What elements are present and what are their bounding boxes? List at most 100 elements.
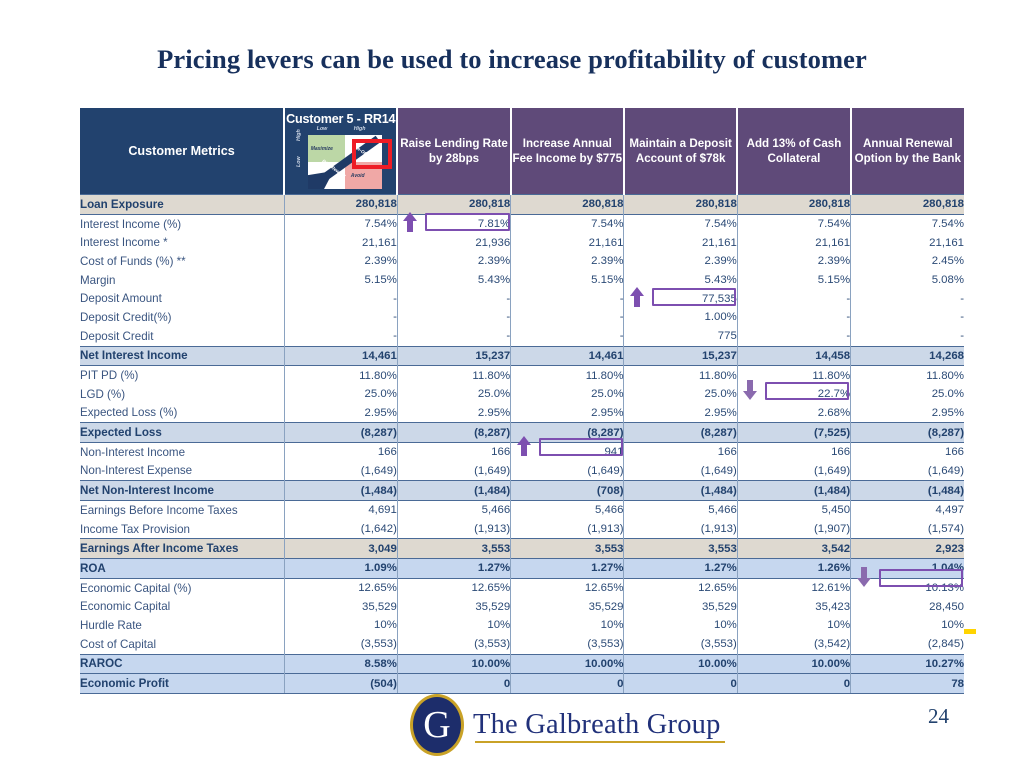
- table-header: Customer Metrics Customer 5 - RR14 Low H…: [80, 108, 964, 195]
- cell-value: 7.54%: [510, 213, 625, 234]
- row-label: Loan Exposure: [80, 194, 285, 215]
- cell-value: 12.65%: [284, 577, 398, 598]
- cell-value: 28,450: [850, 597, 964, 617]
- cell-value: (504): [284, 673, 398, 694]
- row-label: Cost of Funds (%) **: [80, 252, 285, 271]
- table-row: Expected Loss (%) 2.95% 2.95% 2.95% 2.95% 2.6…: [80, 403, 964, 423]
- cell-value: (1,642): [284, 519, 398, 539]
- cell-value: (1,484): [397, 480, 512, 501]
- cell-value: 3,553: [623, 538, 738, 559]
- cell-value: 21,936: [397, 233, 512, 253]
- cell-value: 22.7%: [737, 384, 852, 404]
- table-row: Deposit Amount - - -77,535- -: [80, 289, 964, 309]
- cell-value: (1,574): [850, 519, 964, 539]
- cell-value: 14,268: [850, 345, 964, 366]
- row-label: Expected Loss: [80, 422, 285, 443]
- cell-value: 14,461: [510, 345, 625, 366]
- cell-value: 1.26%: [737, 558, 852, 579]
- cell-value: 5,466: [397, 499, 512, 520]
- matrix-axis-low-left: Low: [295, 156, 302, 167]
- cell-value: (1,649): [737, 461, 852, 481]
- cell-value: 10%: [397, 616, 512, 635]
- cell-value: (1,484): [284, 480, 398, 501]
- cell-value: (8,287): [510, 422, 625, 443]
- row-label: Economic Capital: [80, 597, 285, 617]
- table-body: Loan Exposure 280,818 280,818 280,818 280,81…: [80, 194, 964, 694]
- matrix-grid: Maximize Avoid Trade-Off Risk/Reward: [307, 135, 392, 189]
- cell-value: 2,923: [850, 538, 964, 559]
- company-logo: G The Galbreath Group: [410, 694, 725, 756]
- cell-value: 2.39%: [737, 252, 852, 271]
- row-label: Earnings Before Income Taxes: [80, 499, 285, 520]
- cell-value: 25.0%: [510, 384, 625, 404]
- table-row: Earnings After Income Taxes 3,049 3,553 3,5…: [80, 538, 964, 559]
- table-row: Deposit Credit(%) - - -1.00% - -: [80, 308, 964, 327]
- header-lever-cash-collateral: Add 13% of Cash Collateral: [737, 108, 852, 195]
- cell-value: (1,649): [510, 461, 625, 481]
- cell-value: 35,423: [737, 597, 852, 617]
- page-title: Pricing levers can be used to increase p…: [157, 44, 867, 74]
- cell-value: -: [510, 326, 625, 346]
- row-label: Earnings After Income Taxes: [80, 538, 285, 559]
- cell-value: 2.39%: [510, 252, 625, 271]
- cell-value: 10%: [284, 616, 398, 635]
- row-label: Hurdle Rate: [80, 616, 285, 635]
- customer-label: Customer 5 - RR14: [286, 112, 396, 126]
- cell-value: (3,553): [397, 634, 512, 654]
- cell-value: 5.15%: [284, 270, 398, 290]
- pricing-levers-table: Customer Metrics Customer 5 - RR14 Low H…: [80, 108, 964, 694]
- cell-value: 280,818: [510, 194, 625, 215]
- cell-value: 2.95%: [397, 403, 512, 423]
- table-row: Non-Interest Income 166 166 941 166 166 166: [80, 441, 964, 462]
- cell-value: 2.39%: [284, 252, 398, 271]
- cell-value: 2.95%: [623, 403, 738, 423]
- cell-value: 3,553: [510, 538, 625, 559]
- cell-value: -: [737, 308, 852, 327]
- table-row: Cost of Capital (3,553) (3,553) (3,553) (3,5…: [80, 634, 964, 654]
- table-row: Interest Income * 21,161 21,936 21,161 21,16…: [80, 233, 964, 253]
- row-label: Deposit Credit: [80, 326, 285, 346]
- cell-value: 12.65%: [510, 577, 625, 598]
- cell-value: 0: [397, 673, 512, 694]
- logo-company-name: The Galbreath Group: [473, 709, 721, 740]
- cell-value: 2.68%: [737, 403, 852, 423]
- pricing-levers-table-wrapper: Customer Metrics Customer 5 - RR14 Low H…: [80, 108, 976, 694]
- row-label: RAROC: [80, 653, 285, 674]
- header-customer-metrics: Customer Metrics: [80, 108, 286, 195]
- cell-value: 1.27%: [623, 558, 738, 579]
- matrix-axis-high-left: High: [295, 129, 302, 141]
- cell-value: 10.13%: [850, 577, 964, 598]
- cell-value: 280,818: [623, 194, 738, 215]
- table-row: Income Tax Provision (1,642) (1,913) (1,913…: [80, 519, 964, 539]
- cell-value: (1,907): [737, 519, 852, 539]
- cell-value: 5,466: [510, 499, 625, 520]
- table-row: Economic Capital 35,529 35,529 35,529 35,529…: [80, 597, 964, 617]
- cell-value: 10%: [737, 616, 852, 635]
- cell-value: 166: [850, 441, 964, 462]
- table-row: Interest Income (%) 7.54% 7.81% 7.54% 7.54% 7…: [80, 213, 964, 234]
- cell-value: -: [850, 326, 964, 346]
- cell-value: (1,649): [397, 461, 512, 481]
- cell-value: (1,484): [737, 480, 852, 501]
- cell-value: 12.61%: [737, 577, 852, 598]
- cell-value: (1,649): [623, 461, 738, 481]
- page-number: 24: [928, 704, 949, 728]
- cell-value: 3,553: [397, 538, 512, 559]
- cell-value: 35,529: [397, 597, 512, 617]
- cell-value: 10.27%: [850, 653, 964, 674]
- row-label: Income Tax Provision: [80, 519, 285, 539]
- cell-value: 11.80%: [737, 365, 852, 385]
- cell-value: (8,287): [397, 422, 512, 443]
- cell-value: 21,161: [623, 233, 738, 253]
- table-row: Cost of Funds (%) ** 2.39% 2.39% 2.39% 2.39%…: [80, 252, 964, 271]
- cell-value: 2.45%: [850, 252, 964, 271]
- cell-value: 25.0%: [284, 384, 398, 404]
- cell-value: 2.39%: [397, 252, 512, 271]
- cell-value: 4,691: [284, 499, 398, 520]
- cell-value: (1,649): [850, 461, 964, 481]
- cell-value: -: [284, 308, 398, 327]
- row-label: Economic Capital (%): [80, 577, 285, 598]
- cell-value: 1.09%: [284, 558, 398, 579]
- cell-value: 280,818: [397, 194, 512, 215]
- cell-value: 10%: [623, 616, 738, 635]
